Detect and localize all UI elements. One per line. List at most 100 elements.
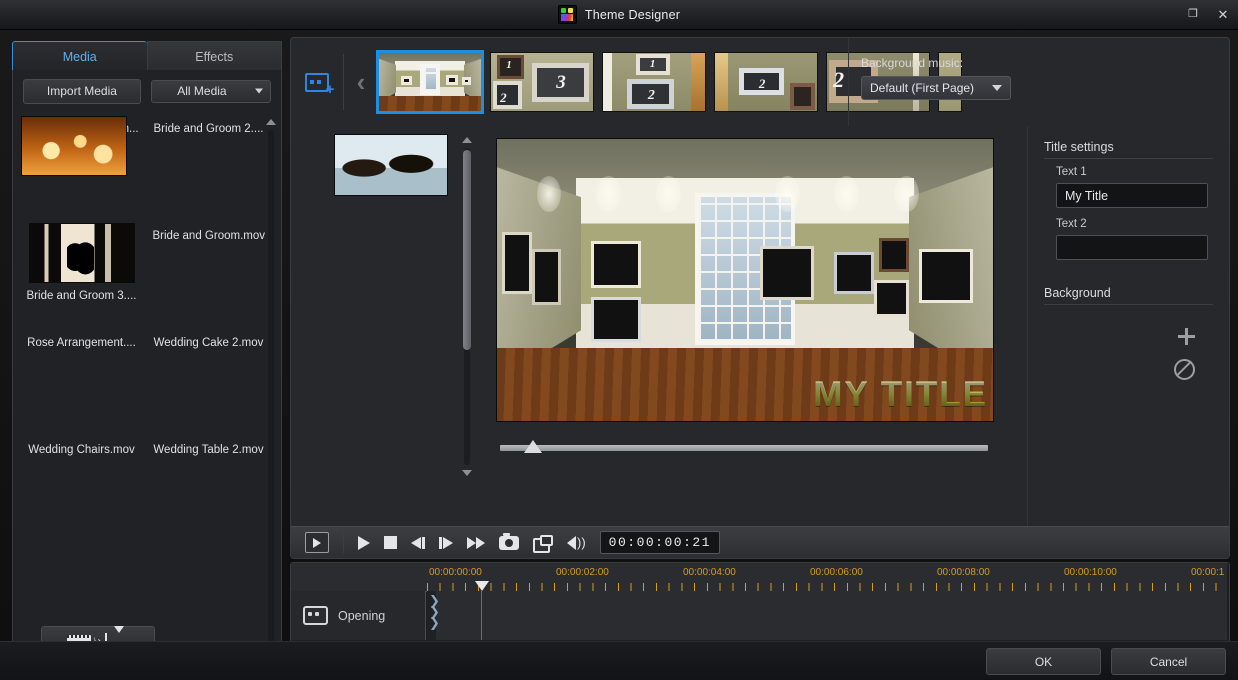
filmstrip-prev-button[interactable]: ‹ xyxy=(344,38,378,126)
library-tabs: Media Effects xyxy=(12,41,282,72)
media-filter-select[interactable]: All Media xyxy=(150,79,271,103)
title-bar: Theme Designer ❐ ✕ xyxy=(0,0,1238,30)
tab-media[interactable]: Media xyxy=(12,41,147,72)
background-music-value: Default (First Page) xyxy=(870,81,975,95)
scroll-up-icon[interactable] xyxy=(461,134,473,146)
ruler-tick: 00:00:10:00 xyxy=(1064,567,1117,578)
text2-input[interactable] xyxy=(1056,235,1208,260)
track-lane[interactable]: ❯ ❯ ❯ xyxy=(427,591,1227,640)
page-number: 2 xyxy=(500,89,507,105)
next-frame-button[interactable] xyxy=(439,531,453,555)
window-body: Media Effects Import Media All Media Arr… xyxy=(0,29,1238,670)
ruler-tick: 00:00:04:00 xyxy=(683,567,736,578)
media-item[interactable]: Rose Arrangement.... xyxy=(21,116,142,437)
maximize-icon[interactable]: ❐ xyxy=(1184,6,1202,24)
media-item-label: Bride and Groom 3.... xyxy=(26,290,137,302)
ruler-tick: 00:00:08:00 xyxy=(937,567,990,578)
fast-forward-button[interactable] xyxy=(467,531,485,555)
scroll-down-icon[interactable] xyxy=(461,467,473,479)
page-number: 2 xyxy=(647,88,655,104)
settings-panel: Title settings Text 1 My Title Text 2 Ba… xyxy=(1027,126,1229,526)
plus-icon[interactable] xyxy=(1178,328,1195,345)
dialog-buttons: OK Cancel xyxy=(986,648,1226,675)
media-thumbnail xyxy=(28,223,135,283)
media-thumbnail xyxy=(21,116,127,176)
dialog-footer: OK Cancel xyxy=(0,641,1238,680)
chevron-down-icon xyxy=(992,85,1002,91)
preview-mode-button[interactable] xyxy=(305,532,329,553)
play-button[interactable] xyxy=(358,531,370,555)
timeline-track: Opening ❯ ❯ ❯ xyxy=(291,591,1227,640)
scroll-up-icon[interactable] xyxy=(265,116,277,128)
room-scene: MY TITLE xyxy=(497,139,993,421)
page-number: 1 xyxy=(506,58,512,71)
page-filmstrip: + ‹ 1 2 3 1 2 2 2 Background music: Defa… xyxy=(291,38,1036,126)
queue-scrollbar[interactable] xyxy=(461,134,473,479)
seek-track[interactable] xyxy=(500,445,988,451)
designer-main-panel: + ‹ 1 2 3 1 2 2 2 Background music: Defa… xyxy=(290,37,1230,559)
media-item[interactable]: Wedding Chairs.mov xyxy=(21,116,142,544)
close-icon[interactable]: ✕ xyxy=(1214,6,1232,24)
media-item[interactable]: Wedding Table 2.mov xyxy=(21,116,269,544)
preview-seek-bar[interactable] xyxy=(496,438,992,458)
previous-frame-button[interactable] xyxy=(411,531,425,555)
timeline-playhead[interactable] xyxy=(475,581,489,591)
queue-item[interactable] xyxy=(334,134,448,196)
snapshot-button[interactable] xyxy=(499,531,519,555)
track-header[interactable]: Opening xyxy=(291,591,426,640)
background-music-label: Background music: xyxy=(861,56,964,70)
ruler-tick: 00:00:06:00 xyxy=(810,567,863,578)
media-item-label: Rose Arrangement.... xyxy=(27,337,136,349)
media-item-label: Wedding Cake 2.mov xyxy=(153,337,264,349)
ruler-ticks xyxy=(427,583,1227,591)
media-queue xyxy=(301,134,481,479)
page-thumbnail: 1 2 3 xyxy=(490,52,594,112)
timecode-display[interactable]: 00:00:00:21 xyxy=(599,531,720,554)
media-item[interactable]: Bride and Groom 3.... xyxy=(21,223,142,330)
room-art xyxy=(379,53,481,111)
media-item[interactable]: Bride and Groom.mov xyxy=(21,116,269,330)
page-number: 2 xyxy=(758,76,766,92)
library-toolbar: Import Media All Media xyxy=(13,70,281,112)
theme-designer-window: Theme Designer ❐ ✕ Media Effects Import … xyxy=(0,0,1238,680)
cancel-button[interactable]: Cancel xyxy=(1111,648,1226,675)
seek-handle[interactable] xyxy=(524,440,542,453)
page-number: 1 xyxy=(649,58,656,71)
timeline-ruler[interactable]: 00:00:00:00 00:00:02:00 00:00:04:00 00:0… xyxy=(291,563,1227,592)
stop-button[interactable] xyxy=(384,531,397,555)
window-buttons: ❐ ✕ xyxy=(1184,0,1232,29)
ruler-tick: 00:00:1 xyxy=(1191,567,1225,578)
media-item-label: Wedding Table 2.mov xyxy=(153,444,264,456)
page-thumbnail[interactable] xyxy=(376,50,484,114)
ok-button[interactable]: OK xyxy=(986,648,1101,675)
dual-preview-button[interactable] xyxy=(533,531,553,555)
title-settings-label: Title settings xyxy=(1044,140,1120,154)
editor-row: MY TITLE Title settings Text 1 My Title … xyxy=(291,126,1229,526)
clip-icon xyxy=(303,606,328,625)
scroll-thumb[interactable] xyxy=(463,150,471,350)
title-settings-header: Title settings xyxy=(1044,140,1213,159)
preview-area: MY TITLE xyxy=(496,138,996,478)
preview-canvas[interactable]: MY TITLE xyxy=(496,138,994,422)
page-number: 3 xyxy=(556,72,566,94)
no-background-icon[interactable] xyxy=(1174,359,1195,380)
text1-input[interactable]: My Title xyxy=(1056,183,1208,208)
add-page-button[interactable]: + xyxy=(291,38,343,126)
import-media-button[interactable]: Import Media xyxy=(23,78,141,104)
chevron-down-icon xyxy=(255,88,263,94)
media-item[interactable]: Wedding Cake 2.mov xyxy=(21,116,269,437)
page-thumbnail: 2 xyxy=(714,52,818,112)
scroll-track[interactable] xyxy=(268,130,274,654)
tab-effects[interactable]: Effects xyxy=(146,41,282,72)
track-name: Opening xyxy=(338,608,386,623)
preview-title-overlay: MY TITLE xyxy=(813,375,988,414)
library-scrollbar[interactable] xyxy=(265,116,277,668)
media-item[interactable]: Bride and Groom 2.... xyxy=(21,116,269,223)
title-bar-center: Theme Designer xyxy=(0,0,1238,29)
background-music-select[interactable]: Default (First Page) xyxy=(861,76,1011,100)
media-item-label: Bride and Groom.mov xyxy=(152,230,265,242)
text2-label: Text 2 xyxy=(1056,218,1087,230)
volume-button[interactable]: )) xyxy=(567,531,586,555)
playback-controls: )) 00:00:00:21 xyxy=(291,526,1229,558)
ruler-tick: 00:00:00:00 xyxy=(429,567,482,578)
